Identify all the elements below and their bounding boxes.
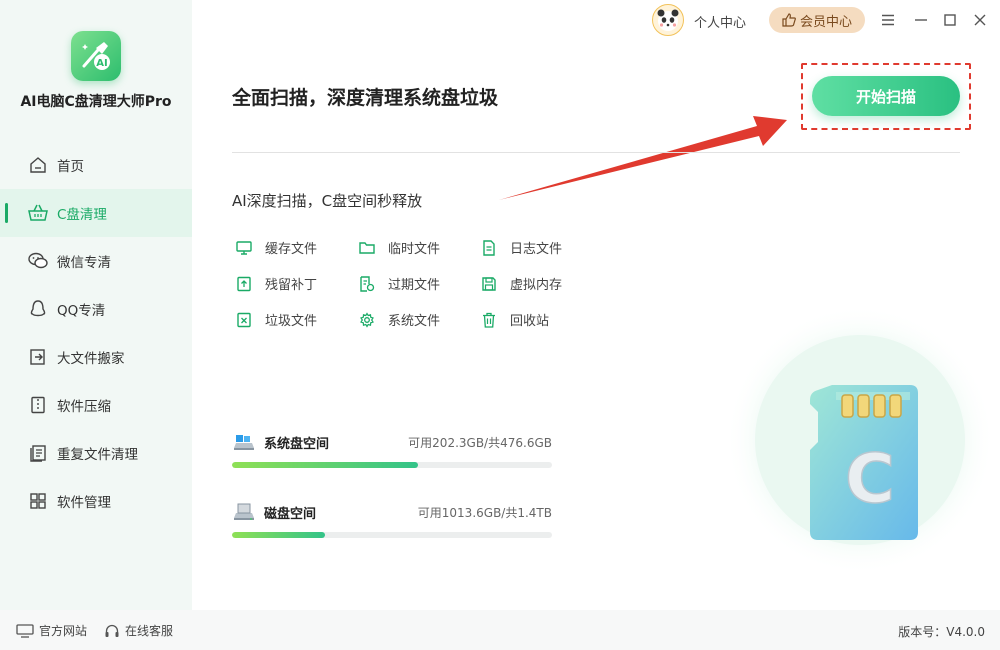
sidebar-item-big-file-move[interactable]: 大文件搬家: [0, 333, 192, 381]
apps-grid-icon: [28, 491, 48, 511]
divider: [232, 152, 960, 153]
sidebar-item-software-compress[interactable]: 软件压缩: [0, 381, 192, 429]
file-type-label: 缓存文件: [265, 242, 318, 257]
zip-icon: [28, 395, 48, 415]
file-type-item: 日志文件: [480, 238, 562, 257]
log-file-icon: [480, 239, 498, 257]
qq-icon: [28, 299, 48, 319]
svg-text:AI: AI: [96, 58, 107, 69]
disk-name: 系统盘空间: [264, 436, 330, 452]
vip-center-button[interactable]: 会员中心: [769, 7, 865, 33]
online-support-link[interactable]: 在线客服: [104, 622, 173, 639]
home-icon: [28, 155, 48, 175]
file-type-item: 回收站: [480, 310, 549, 329]
official-website-label: 官方网站: [39, 624, 88, 638]
disk-usage-bar: [232, 462, 552, 468]
folder-icon: [358, 239, 376, 257]
menu-icon[interactable]: [878, 10, 898, 30]
sidebar-item-software-manage[interactable]: 软件管理: [0, 477, 192, 525]
system-gear-icon: [358, 311, 376, 329]
online-support-label: 在线客服: [125, 624, 174, 638]
file-type-label: 日志文件: [510, 242, 563, 257]
wechat-icon: [28, 251, 48, 271]
duplicate-file-icon: [28, 443, 48, 463]
sd-card-illustration: C: [725, 305, 995, 575]
disk-usage-text: 可用202.3GB/共476.6GB: [408, 435, 552, 450]
sidebar-item-label: 软件管理: [57, 495, 111, 511]
sidebar-item-label: 微信专清: [57, 255, 111, 271]
sidebar-item-duplicate-clean[interactable]: 重复文件清理: [0, 429, 192, 477]
system-drive-icon: [234, 435, 254, 450]
expired-file-icon: [358, 275, 376, 293]
close-icon[interactable]: [970, 10, 990, 30]
sidebar: AI AI电脑C盘清理大师Pro 首页 C盘清理 微信专清 QQ专清 大文件搬家…: [0, 0, 192, 610]
headset-icon: [105, 624, 119, 637]
app-logo: AI: [71, 31, 121, 81]
file-type-item: 虚拟内存: [480, 274, 562, 293]
scan-subtitle: AI深度扫描，C盘空间秒释放: [232, 192, 423, 210]
sidebar-item-home[interactable]: 首页: [0, 141, 192, 189]
move-file-icon: [28, 347, 48, 367]
memory-save-icon: [480, 275, 498, 293]
sidebar-item-label: QQ专清: [57, 303, 106, 319]
file-type-item: 残留补丁: [235, 274, 317, 293]
monitor-icon: [235, 239, 253, 257]
thumbs-up-icon: [782, 13, 796, 27]
version-label: 版本号：V4.0.0: [898, 625, 985, 639]
junk-file-icon: [235, 311, 253, 329]
sidebar-item-label: 首页: [57, 159, 84, 175]
file-type-label: 系统文件: [388, 314, 441, 329]
sidebar-item-label: C盘清理: [57, 207, 107, 223]
start-scan-button[interactable]: 开始扫描: [812, 76, 960, 116]
illustration-letter: C: [845, 440, 895, 519]
sidebar-item-qq[interactable]: QQ专清: [0, 285, 192, 333]
annotation-arrow-icon: [499, 116, 787, 200]
file-type-item: 过期文件: [358, 274, 440, 293]
basket-icon: [28, 203, 48, 223]
file-type-item: 垃圾文件: [235, 310, 317, 329]
file-type-label: 残留补丁: [265, 278, 318, 293]
disk-name: 磁盘空间: [264, 506, 317, 522]
footer: 官方网站 在线客服 版本号：V4.0.0: [0, 610, 1000, 650]
disk-usage-bar-fill: [232, 532, 325, 538]
sidebar-item-label: 大文件搬家: [57, 351, 125, 367]
system-disk-panel: 系统盘空间 可用202.3GB/共476.6GB: [232, 432, 552, 468]
minimize-icon[interactable]: [911, 10, 931, 30]
sidebar-item-label: 重复文件清理: [57, 447, 138, 463]
sidebar-nav: 首页 C盘清理 微信专清 QQ专清 大文件搬家 软件压缩 重复文件清理 软件管理: [0, 141, 192, 525]
file-type-label: 临时文件: [388, 242, 441, 257]
monitor-icon: [16, 623, 34, 638]
disk-usage-bar-fill: [232, 462, 418, 468]
disk-usage-text: 可用1013.6GB/共1.4TB: [417, 505, 552, 520]
title-bar: 个人中心 会员中心: [192, 0, 1000, 40]
page-title: 全面扫描，深度清理系统盘垃圾: [232, 87, 499, 109]
sidebar-item-wechat[interactable]: 微信专清: [0, 237, 192, 285]
file-type-label: 回收站: [510, 314, 550, 329]
file-type-item: 系统文件: [358, 310, 440, 329]
disk-usage-bar: [232, 532, 552, 538]
hard-drive-icon: [234, 503, 254, 520]
sidebar-item-c-clean[interactable]: C盘清理: [0, 189, 192, 237]
maximize-icon[interactable]: [940, 10, 960, 30]
avatar[interactable]: [652, 4, 684, 36]
sidebar-item-label: 软件压缩: [57, 399, 111, 415]
user-center-link[interactable]: 个人中心: [694, 12, 746, 31]
trash-icon: [480, 311, 498, 329]
broom-ai-icon: AI: [82, 42, 110, 70]
file-type-item: 临时文件: [358, 238, 440, 257]
file-type-label: 过期文件: [388, 278, 441, 293]
file-type-item: 缓存文件: [235, 238, 317, 257]
vip-center-label: 会员中心: [799, 14, 852, 30]
file-type-label: 垃圾文件: [265, 314, 318, 329]
data-disk-panel: 磁盘空间 可用1013.6GB/共1.4TB: [232, 502, 552, 538]
file-type-label: 虚拟内存: [510, 278, 563, 293]
official-website-link[interactable]: 官方网站: [16, 622, 87, 639]
patch-upload-icon: [235, 275, 253, 293]
panda-avatar-icon: [657, 9, 679, 31]
app-name: AI电脑C盘清理大师Pro: [20, 94, 172, 110]
